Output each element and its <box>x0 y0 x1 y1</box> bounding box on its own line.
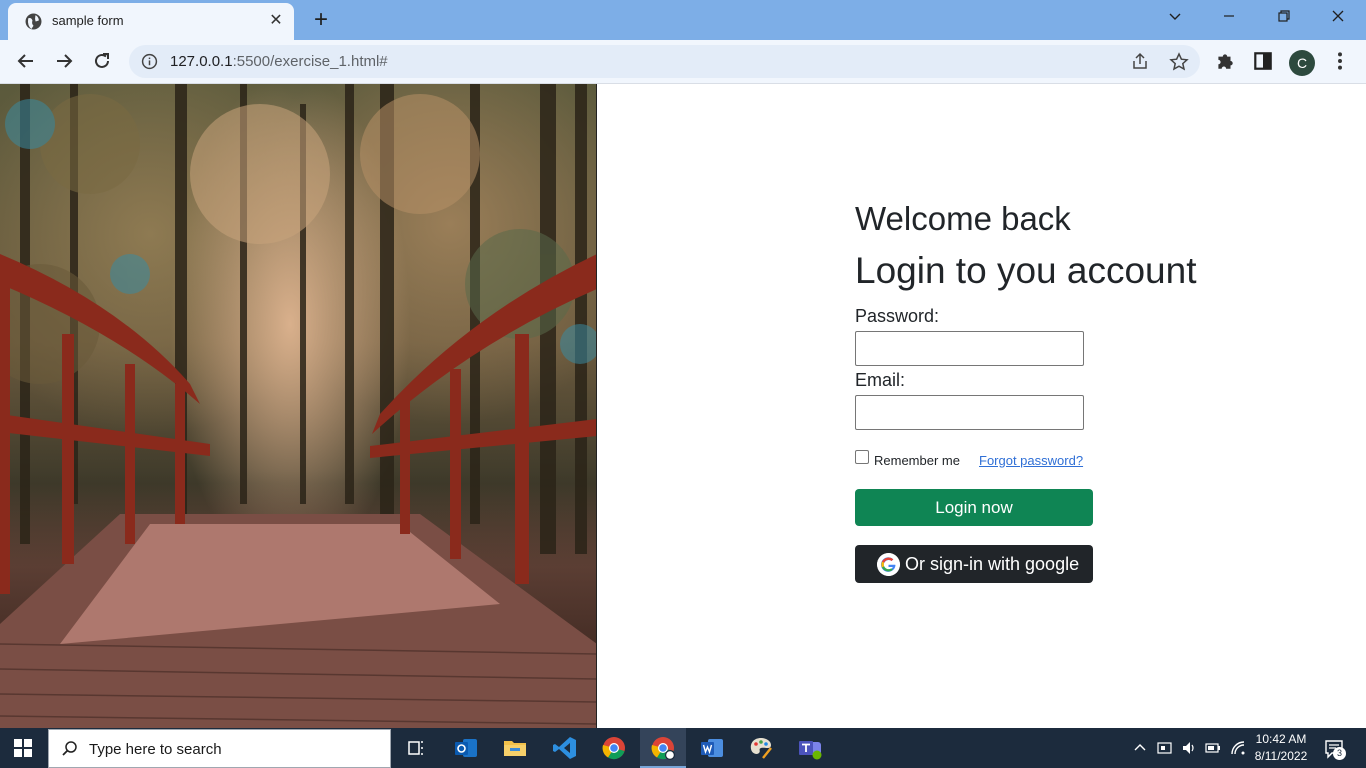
browser-tab[interactable]: sample form ✕ <box>8 3 294 40</box>
chrome-active-icon[interactable] <box>649 734 677 762</box>
notification-center[interactable]: 3 <box>1324 738 1346 760</box>
info-icon[interactable] <box>141 53 158 70</box>
tab-search-chevron-icon[interactable] <box>1162 6 1188 30</box>
task-view-icon[interactable] <box>402 734 430 762</box>
password-input[interactable] <box>855 331 1084 366</box>
vscode-icon[interactable] <box>551 734 579 762</box>
windows-start-icon[interactable] <box>14 739 32 757</box>
remember-me-checkbox[interactable] <box>855 450 869 464</box>
minimize-icon[interactable] <box>1216 6 1242 30</box>
google-signin-button[interactable]: Or sign-in with google <box>855 545 1093 583</box>
profile-avatar[interactable]: C <box>1289 50 1315 76</box>
windows-taskbar: Type here to search 10:42 AM 8/11/2022 3 <box>0 728 1366 768</box>
password-label: Password: <box>855 306 940 326</box>
login-heading: Login to you account <box>855 250 1197 291</box>
wifi-icon[interactable] <box>1230 740 1246 756</box>
search-icon <box>62 741 77 756</box>
share-icon[interactable] <box>1130 52 1150 72</box>
teams-icon[interactable] <box>796 734 824 762</box>
clock-date: 8/11/2022 <box>1254 749 1308 763</box>
search-placeholder: Type here to search <box>89 741 222 758</box>
email-label: Email: <box>855 370 906 390</box>
paint-icon[interactable] <box>747 734 775 762</box>
network-status-icon[interactable] <box>1157 740 1173 756</box>
url-text[interactable]: 127.0.0.1:5500/exercise_1.html# <box>170 53 388 70</box>
remember-me-label[interactable]: Remember me <box>874 453 960 468</box>
globe-icon <box>25 13 42 30</box>
google-signin-label: Or sign-in with google <box>905 554 1080 574</box>
login-button[interactable]: Login now <box>855 489 1093 526</box>
restore-icon[interactable] <box>1271 6 1297 30</box>
bookmark-star-icon[interactable] <box>1169 52 1189 72</box>
welcome-heading: Welcome back <box>855 200 1071 237</box>
bridge-illustration <box>0 84 596 728</box>
reload-icon[interactable] <box>89 48 115 74</box>
chrome-icon[interactable] <box>600 734 628 762</box>
back-icon[interactable] <box>13 48 39 74</box>
close-window-icon[interactable] <box>1325 6 1351 30</box>
forest-bridge-photo <box>0 84 597 728</box>
taskbar-search-box[interactable]: Type here to search <box>48 729 391 768</box>
word-icon[interactable] <box>698 734 726 762</box>
outlook-icon[interactable] <box>452 734 480 762</box>
google-logo-icon <box>877 553 900 576</box>
taskbar-clock[interactable]: 10:42 AM 8/11/2022 <box>1252 731 1310 765</box>
battery-icon[interactable] <box>1205 740 1221 756</box>
new-tab-icon[interactable]: + <box>308 8 334 34</box>
page-content: Welcome back Login to you account Passwo… <box>0 84 1366 728</box>
more-menu-icon[interactable] <box>1329 50 1351 72</box>
side-panel-icon[interactable] <box>1252 50 1274 72</box>
extensions-puzzle-icon[interactable] <box>1214 50 1236 72</box>
file-explorer-icon[interactable] <box>501 734 529 762</box>
tab-close-icon[interactable]: ✕ <box>266 11 286 31</box>
volume-icon[interactable] <box>1181 740 1197 756</box>
email-input[interactable] <box>855 395 1084 430</box>
clock-time: 10:42 AM <box>1255 732 1307 746</box>
forgot-password-link[interactable]: Forgot password? <box>979 453 1083 468</box>
tray-chevron-up-icon[interactable] <box>1132 740 1148 756</box>
forward-icon[interactable] <box>51 48 77 74</box>
browser-tabstrip: sample form ✕ + <box>0 0 1366 40</box>
browser-toolbar: 127.0.0.1:5500/exercise_1.html# <box>0 40 1366 84</box>
address-bar[interactable]: 127.0.0.1:5500/exercise_1.html# <box>129 45 1200 78</box>
tab-title: sample form <box>52 13 124 28</box>
notification-count: 3 <box>1333 747 1346 760</box>
